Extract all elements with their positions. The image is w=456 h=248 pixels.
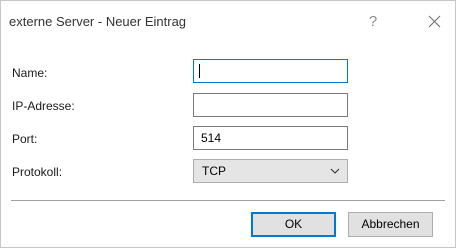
close-button[interactable] [424,12,444,32]
port-label: Port: [12,132,38,146]
port-input[interactable]: 514 [193,126,348,150]
ip-address-input[interactable] [193,93,348,117]
protocol-label: Protokoll: [12,165,63,179]
close-icon [428,15,440,28]
help-button[interactable]: ? [363,12,383,32]
window-title: externe Server - Neuer Eintrag [9,14,187,29]
name-label: Name: [12,66,48,80]
port-value: 514 [201,131,222,145]
chevron-down-icon [330,168,340,174]
title-bar: externe Server - Neuer Eintrag ? [1,1,455,43]
ip-address-label: IP-Adresse: [12,99,75,113]
name-input[interactable] [193,59,348,83]
protocol-selected-value: TCP [202,164,226,178]
protocol-select[interactable]: TCP [193,159,348,183]
ok-button[interactable]: OK [251,212,336,237]
dialog-window: externe Server - Neuer Eintrag ? Name: I… [0,0,456,248]
cancel-button[interactable]: Abbrechen [348,212,433,237]
text-caret [199,64,200,78]
footer-divider [11,200,445,201]
